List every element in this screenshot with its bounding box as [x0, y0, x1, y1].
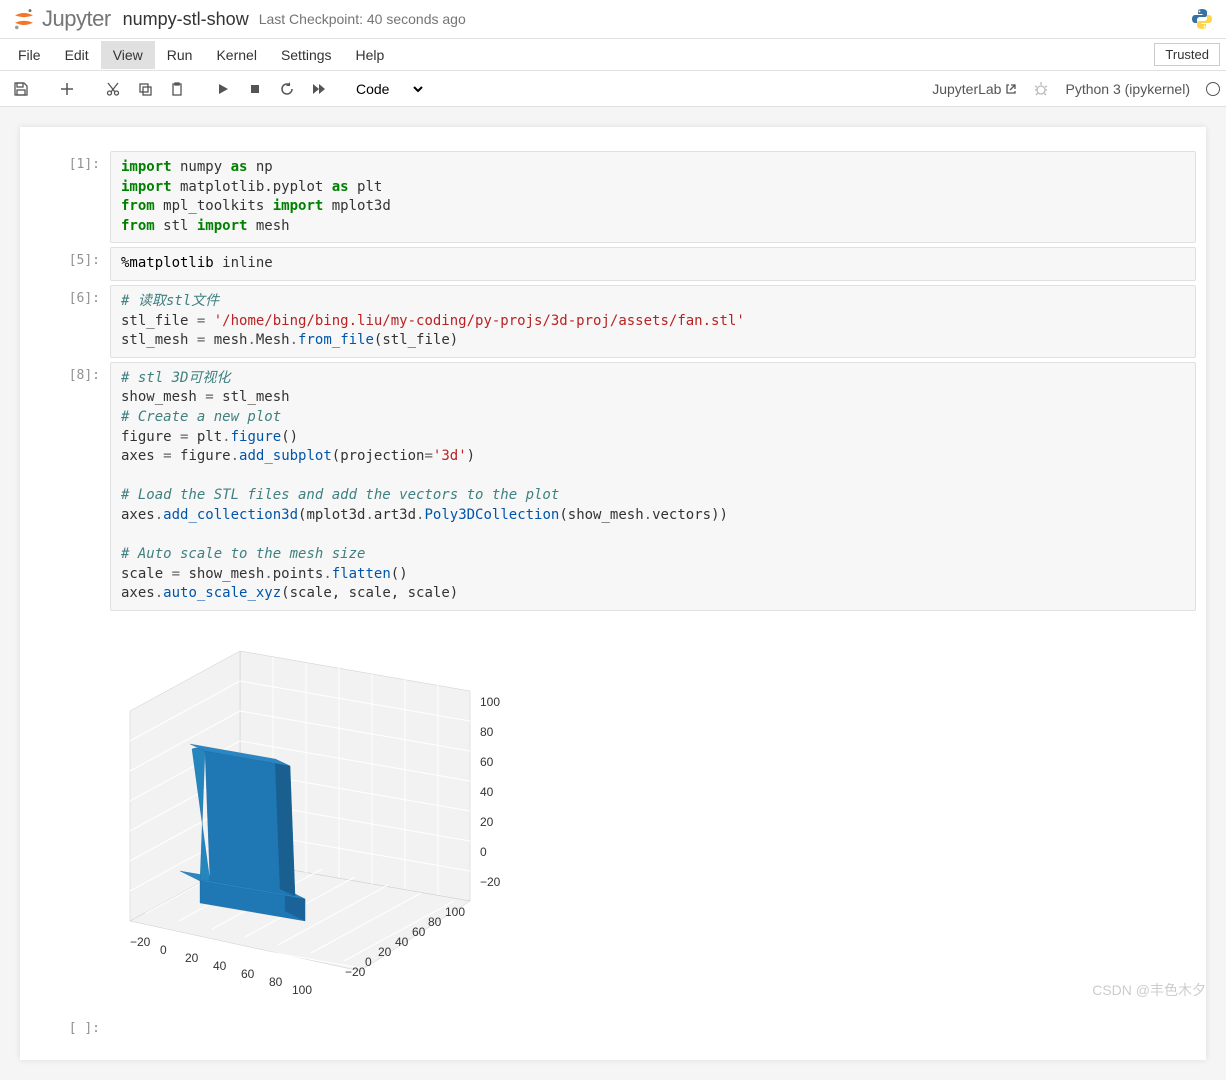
- paste-button[interactable]: [162, 75, 192, 103]
- menu-view[interactable]: View: [101, 41, 155, 69]
- copy-button[interactable]: [130, 75, 160, 103]
- code-cell[interactable]: [5]: %matplotlib inline: [20, 247, 1206, 281]
- svg-text:0: 0: [160, 943, 167, 957]
- toolbar: Code JupyterLab Python 3 (ipykernel): [0, 71, 1226, 107]
- save-button[interactable]: [6, 75, 36, 103]
- cell-prompt: [ ]:: [30, 1015, 110, 1036]
- notebook: [1]: import numpy as np import matplotli…: [20, 127, 1206, 1060]
- empty-cell[interactable]: [ ]:: [20, 1015, 1206, 1036]
- svg-text:100: 100: [292, 983, 312, 997]
- menu-run[interactable]: Run: [155, 41, 205, 69]
- menubar: FileEditViewRunKernelSettingsHelp Truste…: [0, 39, 1226, 71]
- svg-text:60: 60: [412, 925, 426, 939]
- logo-text: Jupyter: [42, 6, 111, 32]
- logo-area[interactable]: Jupyter: [12, 6, 111, 32]
- svg-text:80: 80: [480, 725, 494, 739]
- svg-text:0: 0: [480, 845, 487, 859]
- code-input[interactable]: # stl 3D可视化 show_mesh = stl_mesh # Creat…: [110, 362, 1196, 611]
- svg-text:40: 40: [213, 959, 227, 973]
- cell-prompt: [6]:: [30, 285, 110, 358]
- run-button[interactable]: [208, 75, 238, 103]
- interrupt-button[interactable]: [240, 75, 270, 103]
- watermark: CSDN @丰色木夕: [1092, 980, 1206, 1000]
- code-input[interactable]: %matplotlib inline: [110, 247, 1196, 281]
- kernel-name[interactable]: Python 3 (ipykernel): [1065, 81, 1190, 97]
- insert-cell-button[interactable]: [52, 75, 82, 103]
- svg-text:20: 20: [378, 945, 392, 959]
- code-cell[interactable]: [6]: # 读取stl文件 stl_file = '/home/bing/bi…: [20, 285, 1206, 358]
- cell-prompt: [5]:: [30, 247, 110, 281]
- 3d-plot: 100 80 60 40 20 0 −20 100 80 60 40 20 0 …: [110, 631, 530, 1011]
- checkpoint-text: Last Checkpoint: 40 seconds ago: [259, 11, 466, 27]
- svg-text:100: 100: [445, 905, 465, 919]
- svg-text:40: 40: [480, 785, 494, 799]
- menu-help[interactable]: Help: [344, 41, 397, 69]
- svg-text:−20: −20: [130, 935, 151, 949]
- svg-text:40: 40: [395, 935, 409, 949]
- menu-edit[interactable]: Edit: [53, 41, 101, 69]
- jupyter-icon: [12, 7, 36, 31]
- cut-button[interactable]: [98, 75, 128, 103]
- debug-icon[interactable]: [1033, 81, 1049, 97]
- svg-text:80: 80: [428, 915, 442, 929]
- cell-prompt: [8]:: [30, 362, 110, 611]
- code-input[interactable]: # 读取stl文件 stl_file = '/home/bing/bing.li…: [110, 285, 1196, 358]
- svg-text:80: 80: [269, 975, 283, 989]
- svg-text:60: 60: [480, 755, 494, 769]
- svg-text:20: 20: [185, 951, 199, 965]
- trusted-indicator[interactable]: Trusted: [1154, 43, 1220, 66]
- svg-text:20: 20: [480, 815, 494, 829]
- code-cell[interactable]: [1]: import numpy as np import matplotli…: [20, 151, 1206, 243]
- jupyterlab-link[interactable]: JupyterLab: [932, 81, 1017, 97]
- external-link-icon: [1005, 83, 1017, 95]
- svg-text:−20: −20: [345, 965, 366, 979]
- cell-prompt: [1]:: [30, 151, 110, 243]
- svg-text:100: 100: [480, 695, 500, 709]
- notebook-name[interactable]: numpy-stl-show: [123, 9, 249, 30]
- menu-settings[interactable]: Settings: [269, 41, 344, 69]
- svg-text:0: 0: [365, 955, 372, 969]
- code-input[interactable]: import numpy as np import matplotlib.pyp…: [110, 151, 1196, 243]
- code-cell[interactable]: [8]: # stl 3D可视化 show_mesh = stl_mesh # …: [20, 362, 1206, 611]
- kernel-status-icon: [1206, 82, 1220, 96]
- plot-output: 100 80 60 40 20 0 −20 100 80 60 40 20 0 …: [20, 631, 1206, 1011]
- notebook-container: [1]: import numpy as np import matplotli…: [0, 107, 1226, 1080]
- cell-type-select[interactable]: Code: [346, 77, 426, 101]
- svg-text:−20: −20: [480, 875, 501, 889]
- svg-text:60: 60: [241, 967, 255, 981]
- restart-run-all-button[interactable]: [304, 75, 334, 103]
- menu-file[interactable]: File: [6, 41, 53, 69]
- restart-button[interactable]: [272, 75, 302, 103]
- python-icon: [1190, 7, 1214, 31]
- header: Jupyter numpy-stl-show Last Checkpoint: …: [0, 0, 1226, 39]
- menu-kernel[interactable]: Kernel: [204, 41, 268, 69]
